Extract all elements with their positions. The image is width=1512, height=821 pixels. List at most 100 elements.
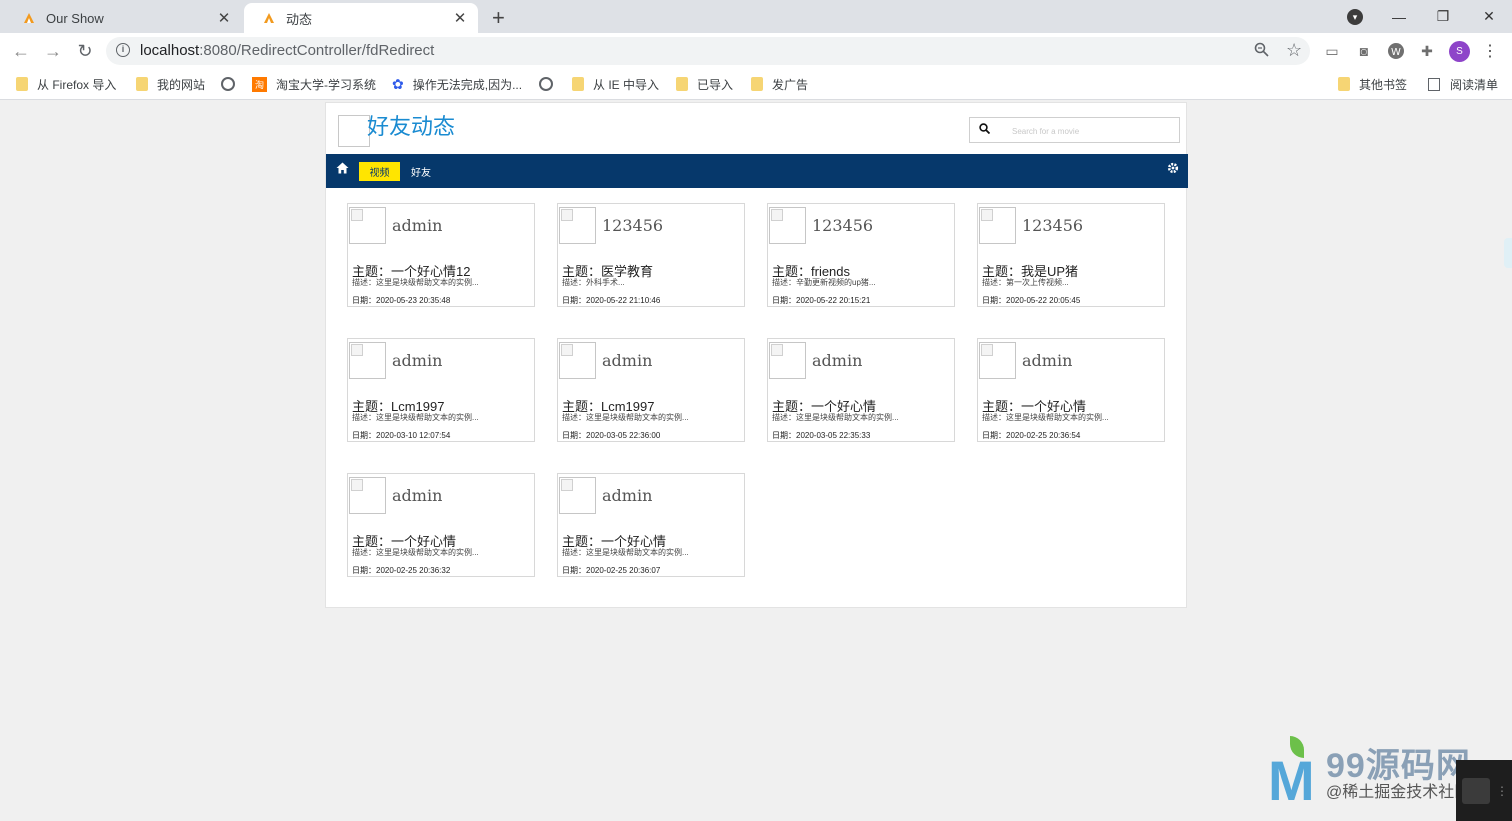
widget-icon [1462,778,1490,804]
bookmark-item[interactable]: 淘淘宝大学-学习系统 [252,75,376,93]
bookmark-item[interactable]: 发广告 [751,75,808,93]
restore-icon[interactable]: ❐ [1420,0,1466,33]
globe-icon [221,77,235,91]
card-description: 描述：这里是块级帮助文本的实例... [562,413,689,422]
reload-icon[interactable]: ↻ [73,39,97,63]
zoom-icon[interactable] [1254,42,1269,61]
page-title[interactable]: 好友动态 [367,109,455,141]
minimize-icon[interactable]: — [1376,0,1422,33]
card-date: 日期：2020-05-22 21:10:46 [562,296,661,305]
bookmark-item[interactable]: 已导入 [676,75,733,93]
bookmark-item[interactable]: ✿ 操作无法完成,因为... [392,75,522,93]
card-description: 描述：外科手术... [562,278,625,287]
tab-our-show[interactable]: Our Show ✕ [4,3,242,33]
search-input[interactable] [1010,122,1174,140]
search-box [969,117,1180,143]
folder-icon [136,77,148,91]
card-description: 描述：第一次上传视频... [982,278,1069,287]
feed-card[interactable]: admin 主题：一个好心情12 描述：这里是块级帮助文本的实例... 日期：2… [347,203,535,307]
taobao-icon: 淘 [252,76,267,92]
card-date: 日期：2020-02-25 20:36:54 [982,431,1081,440]
feed-card[interactable]: 123456 主题：医学教育 描述：外科手术... 日期：2020-05-22 … [557,203,745,307]
watermark-sub-text: @稀土掘金技术社区 [1326,784,1471,801]
folder-icon [1338,77,1350,91]
back-icon[interactable]: ← [9,39,33,63]
logo-image [338,115,370,147]
feed-card[interactable]: admin 主题：Lcm1997 描述：这里是块级帮助文本的实例... 日期：2… [347,338,535,442]
page-container: 好友动态 视频 好友 admin 主题：一个好心情12 描述：这里是块级帮助文本… [325,102,1188,608]
card-username: admin [1022,351,1073,370]
more-dots-icon: ⋮ [1496,784,1508,798]
feed-card[interactable]: admin 主题：一个好心情 描述：这里是块级帮助文本的实例... 日期：202… [557,473,745,577]
forward-icon[interactable]: → [41,39,65,63]
avatar [769,207,806,244]
card-username: admin [392,486,443,505]
card-username: admin [392,351,443,370]
card-username: 123456 [1022,216,1084,235]
svg-text:W: W [1391,47,1401,58]
feed-card[interactable]: admin 主题：一个好心情 描述：这里是块级帮助文本的实例... 日期：202… [977,338,1165,442]
url-text[interactable]: localhost:8080/RedirectController/fdRedi… [140,42,434,59]
other-bookmarks[interactable]: 其他书签 [1338,75,1407,93]
feed-card[interactable]: 123456 主题：friends 描述：辛勤更新视频的up猪... 日期：20… [767,203,955,307]
browser-toolbar: ← → ↻ i localhost:8080/RedirectControlle… [0,33,1512,69]
card-description: 描述：这里是块级帮助文本的实例... [772,413,899,422]
card-description: 描述：这里是块级帮助文本的实例... [352,548,479,557]
folder-icon [572,77,584,91]
extension-cast-icon[interactable]: ▭ [1322,41,1342,61]
new-tab-button[interactable]: + [492,5,505,31]
card-username: admin [602,351,653,370]
bookmark-item[interactable]: 从 IE 中导入 [572,75,659,93]
bookmarks-bar: 从 Firefox 导入 我的网站 淘淘宝大学-学习系统 ✿ 操作无法完成,因为.… [0,69,1512,100]
tab-search-icon[interactable]: ▾ [1347,9,1363,25]
close-tab-icon[interactable]: ✕ [216,9,232,27]
bookmark-item[interactable] [221,75,244,93]
close-window-icon[interactable]: ✕ [1466,0,1512,33]
floating-widget-button[interactable]: ⋮ [1456,760,1512,821]
avatar [559,477,596,514]
site-favicon-icon [22,11,36,25]
folder-icon [676,77,688,91]
feed-card[interactable]: admin 主题：一个好心情 描述：这里是块级帮助文本的实例... 日期：202… [347,473,535,577]
bookmark-item[interactable]: 我的网站 [136,75,205,93]
reading-list[interactable]: 阅读清单 [1428,75,1498,93]
watermark-logo-icon: M [1268,749,1315,812]
home-icon[interactable] [336,162,349,177]
folder-icon [16,77,28,91]
gear-icon[interactable] [1167,162,1179,177]
nav-friends-tab[interactable]: 好友 [411,164,431,179]
nav-video-tab[interactable]: 视频 [359,162,400,181]
baidu-paw-icon: ✿ [392,75,404,92]
search-icon[interactable] [979,123,991,137]
card-date: 日期：2020-03-05 22:36:00 [562,431,661,440]
site-info-icon[interactable]: i [116,43,130,57]
globe-icon [539,77,553,91]
card-date: 日期：2020-05-22 20:15:21 [772,296,871,305]
card-username: admin [602,486,653,505]
card-username: 123456 [602,216,664,235]
extensions-puzzle-icon[interactable]: ✚ [1417,41,1437,61]
card-date: 日期：2020-02-25 20:36:07 [562,566,661,575]
close-tab-icon[interactable]: ✕ [452,9,468,27]
bookmark-item[interactable] [539,75,562,93]
avatar [349,207,386,244]
bookmark-item[interactable]: 从 Firefox 导入 [16,75,116,93]
card-description: 描述：这里是块级帮助文本的实例... [562,548,689,557]
profile-avatar[interactable]: S [1449,41,1470,62]
side-panel-handle[interactable] [1504,238,1512,268]
address-bar[interactable]: i localhost:8080/RedirectController/fdRe… [106,37,1310,65]
screenshot-icon[interactable]: ◙ [1354,41,1374,61]
feed-card[interactable]: admin 主题：Lcm1997 描述：这里是块级帮助文本的实例... 日期：2… [557,338,745,442]
extension-w-icon[interactable]: W [1386,41,1406,61]
card-description: 描述：这里是块级帮助文本的实例... [352,413,479,422]
feed-card[interactable]: admin 主题：一个好心情 描述：这里是块级帮助文本的实例... 日期：202… [767,338,955,442]
tab-dongtai[interactable]: 动态 ✕ [244,3,478,33]
menu-kebab-icon[interactable]: ⋮ [1480,41,1500,61]
avatar [349,477,386,514]
card-description: 描述：这里是块级帮助文本的实例... [982,413,1109,422]
site-favicon-icon [262,11,276,25]
avatar [559,342,596,379]
bookmark-star-icon[interactable]: ☆ [1286,40,1302,61]
feed-card[interactable]: 123456 主题：我是UP猪 描述：第一次上传视频... 日期：2020-05… [977,203,1165,307]
tab-label: Our Show [46,10,104,26]
